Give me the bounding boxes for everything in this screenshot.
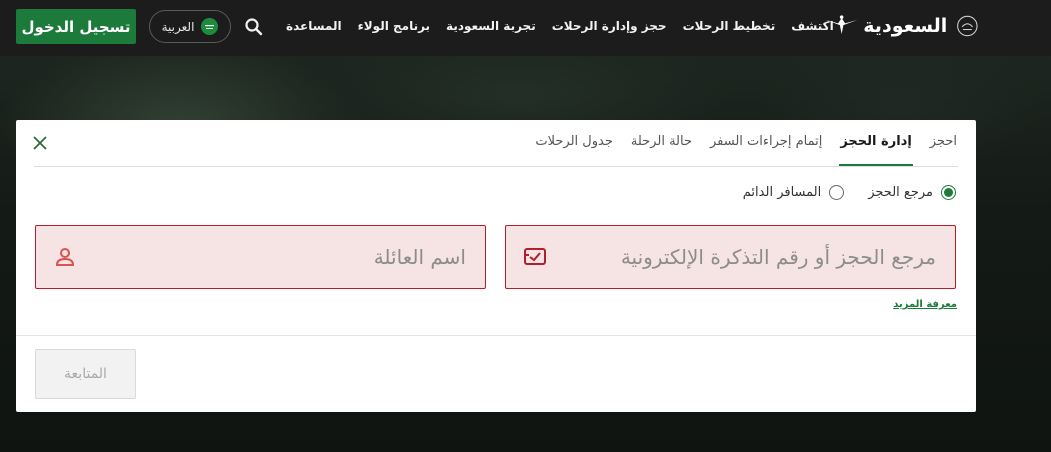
nav-item-help[interactable]: المساعدة	[278, 19, 350, 33]
tab-check-in[interactable]: إتمام إجراءات السفر	[701, 120, 831, 166]
radio-booking-reference[interactable]: مرجع الحجز	[868, 185, 956, 200]
booking-reference-field[interactable]: مرجع الحجز أو رقم التذكرة الإلكترونية	[505, 225, 956, 289]
nav-item-saudia-experience[interactable]: تجربة السعودية	[438, 19, 544, 33]
person-icon	[52, 244, 78, 270]
login-button[interactable]: تسجيل الدخول	[16, 9, 136, 44]
radio-checked-icon[interactable]	[941, 185, 956, 200]
page: تسجيل الدخول العربية اكتشف تخطيط الرحلات…	[0, 0, 1051, 452]
manage-booking-card: احجز إدارة الحجز إتمام إجراءات السفر حال…	[16, 120, 976, 412]
last-name-placeholder: اسم العائلة	[373, 245, 466, 269]
continue-button[interactable]: المتابعة	[35, 349, 136, 399]
main-nav: اكتشف تخطيط الرحلات حجز وإدارة الرحلات ت…	[278, 0, 834, 52]
last-name-field[interactable]: اسم العائلة	[35, 225, 486, 289]
footer-divider	[16, 335, 976, 336]
lookup-type-radios: مرجع الحجز المسافر الدائم	[743, 185, 956, 200]
nav-item-book-manage[interactable]: حجز وإدارة الرحلات	[544, 19, 675, 33]
close-icon[interactable]	[30, 133, 50, 153]
booking-reference-placeholder: مرجع الحجز أو رقم التذكرة الإلكترونية	[620, 245, 936, 269]
tab-book[interactable]: احجز	[921, 120, 957, 166]
radio-label-frequent-flyer: المسافر الدائم	[742, 185, 822, 200]
radio-label-booking-reference: مرجع الحجز	[868, 185, 933, 200]
learn-more-link[interactable]: معرفة المزيد	[893, 299, 957, 310]
top-header: تسجيل الدخول العربية اكتشف تخطيط الرحلات…	[0, 0, 1051, 56]
radio-frequent-flyer[interactable]: المسافر الدائم	[742, 185, 845, 200]
saudi-flag-icon	[201, 18, 219, 35]
saudia-logo[interactable]: السعودية	[824, 6, 980, 46]
emblem-icon	[957, 15, 978, 37]
booking-tabs: احجز إدارة الحجز إتمام إجراءات السفر حال…	[57, 120, 957, 166]
nav-item-trip-planning[interactable]: تخطيط الرحلات	[675, 19, 784, 33]
logo-text: السعودية	[863, 15, 948, 37]
tab-manage-booking[interactable]: إدارة الحجز	[839, 120, 913, 166]
search-icon[interactable]	[244, 17, 264, 37]
language-selector[interactable]: العربية	[149, 10, 231, 43]
ticket-icon	[522, 244, 548, 270]
nav-item-loyalty[interactable]: برنامج الولاء	[350, 19, 438, 33]
language-label: العربية	[161, 19, 195, 34]
saudia-falcon-icon	[825, 15, 858, 34]
tab-divider	[34, 166, 958, 167]
tab-flight-schedule[interactable]: جدول الرحلات	[526, 120, 622, 166]
radio-unchecked-icon[interactable]	[829, 185, 845, 200]
tab-flight-status[interactable]: حالة الرحلة	[622, 120, 701, 166]
